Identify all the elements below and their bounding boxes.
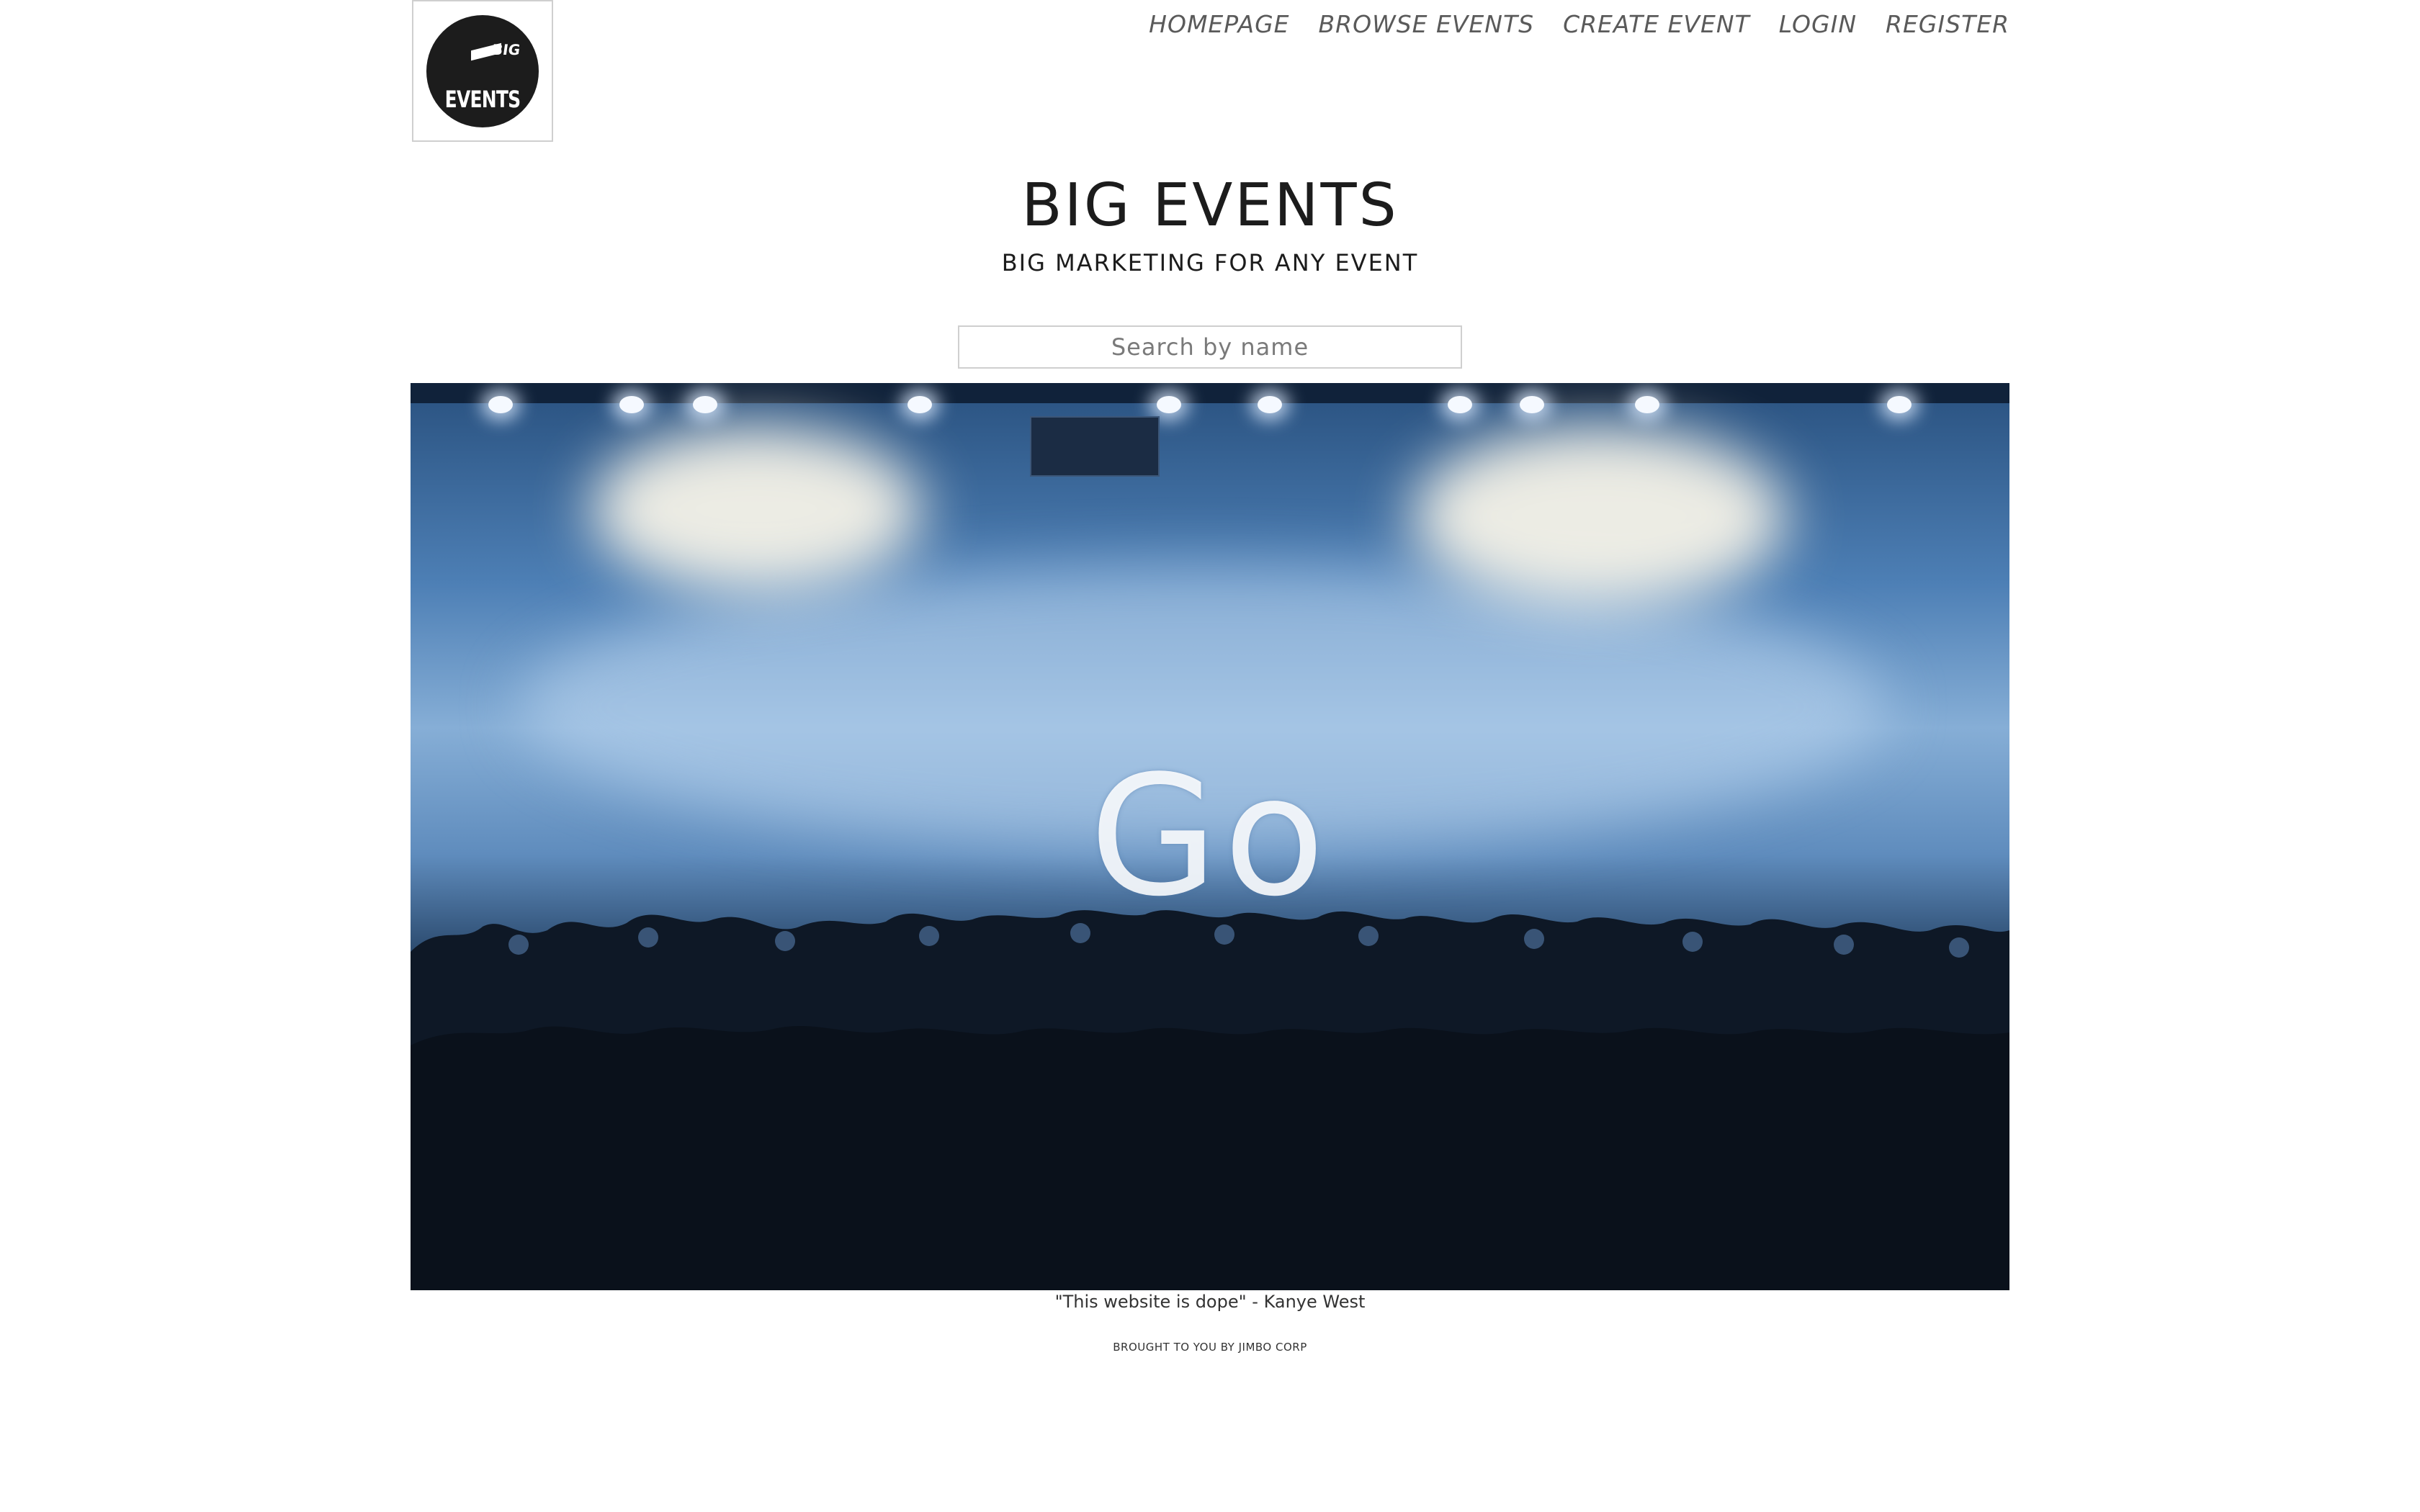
logo-top-text: BIG [490,40,521,58]
footer-credit: BROUGHT TO YOU BY JIMBO CORP [1113,1341,1307,1354]
nav-create-event[interactable]: CREATE EVENT [1563,10,1750,38]
main-nav: HOMEPAGE BROWSE EVENTS CREATE EVENT LOGI… [1149,10,2009,38]
go-button[interactable]: Go [411,383,2009,1290]
testimonial-quote: "This website is dope" - Kanye West [1054,1292,1366,1312]
logo-badge: BIG EVENTS [426,14,539,127]
search-input[interactable] [958,325,1462,369]
hero-banner: Go [411,383,2009,1290]
go-button-label: Go [1089,740,1331,933]
nav-homepage[interactable]: HOMEPAGE [1149,10,1289,38]
page-title: BIG EVENTS [1021,171,1399,240]
nav-login[interactable]: LOGIN [1779,10,1857,38]
page: BIG EVENTS HOMEPAGE BROWSE EVENTS CREATE… [0,0,2420,1512]
nav-register[interactable]: REGISTER [1886,10,2009,38]
nav-browse-events[interactable]: BROWSE EVENTS [1319,10,1535,38]
page-subtitle: BIG MARKETING FOR ANY EVENT [1001,249,1419,276]
logo-main-text: EVENTS [444,85,521,113]
site-logo[interactable]: BIG EVENTS [412,0,553,142]
